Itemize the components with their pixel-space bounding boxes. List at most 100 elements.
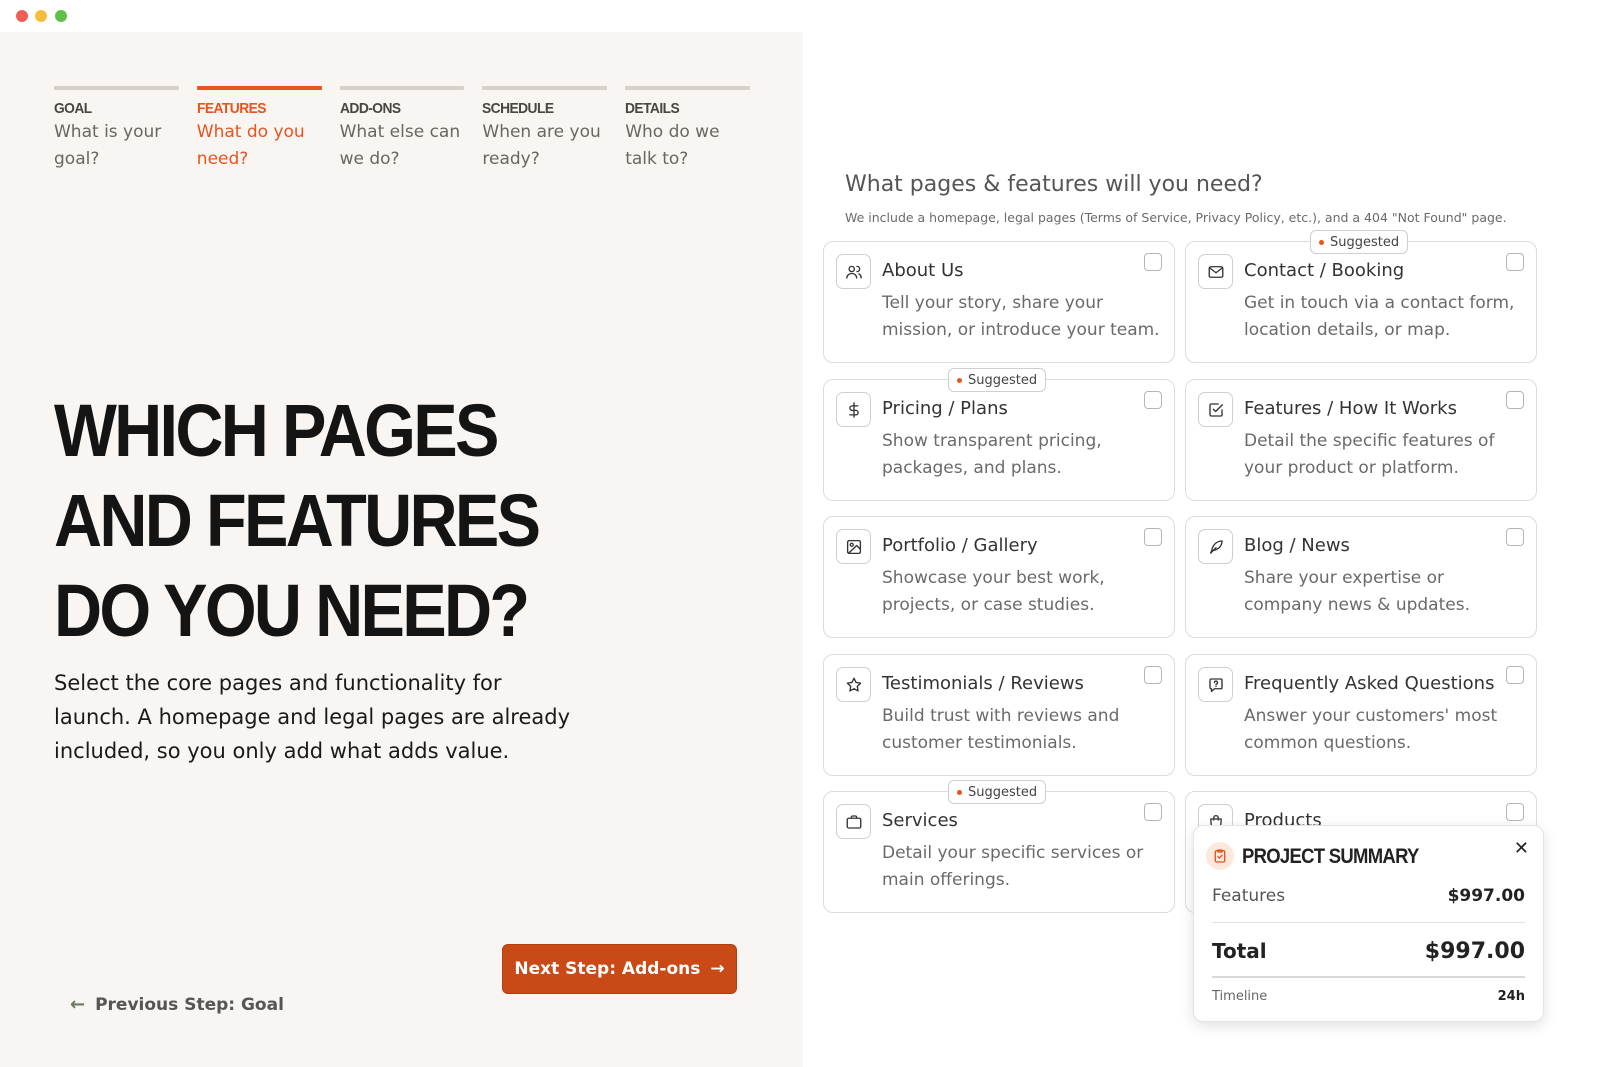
card-title: Testimonials / Reviews xyxy=(882,673,1084,694)
badge-label: Suggested xyxy=(1330,234,1400,250)
badge-label: Suggested xyxy=(968,784,1038,800)
card-checkbox[interactable] xyxy=(1506,391,1524,409)
suggested-badge: Suggested xyxy=(948,780,1047,804)
badge-label: Suggested xyxy=(968,372,1038,388)
step-goal[interactable]: GOAL What is your goal? xyxy=(54,86,179,173)
feature-card-blog-news[interactable]: Blog / News Share your expertise or comp… xyxy=(1185,516,1537,638)
step-name: DETAILS xyxy=(625,100,680,117)
feature-card-testimonials-reviews[interactable]: Testimonials / Reviews Build trust with … xyxy=(823,654,1175,776)
clipboard-check-icon xyxy=(1206,842,1234,870)
question-bubble-icon xyxy=(1198,667,1233,702)
step-schedule[interactable]: SCHEDULE When are you ready? xyxy=(482,86,608,173)
step-name: ADD-ONS xyxy=(339,100,401,117)
summary-features-label: Features xyxy=(1212,886,1286,906)
step-features[interactable]: FEATURES What do you need? xyxy=(196,86,322,173)
suggested-badge: Suggested xyxy=(948,368,1047,392)
suggested-badge: Suggested xyxy=(1310,230,1409,254)
step-progress-bar xyxy=(54,86,179,90)
badge-dot-icon xyxy=(1319,239,1324,245)
summary-timeline-value: 24h xyxy=(1497,989,1525,1004)
feature-card-services[interactable]: Suggested Services Detail your specific … xyxy=(823,780,1175,913)
card-description: Showcase your best work, projects, or ca… xyxy=(882,568,1105,615)
step-question: What is your goal? xyxy=(54,122,162,169)
card-description: Detail your specific services or main of… xyxy=(882,843,1144,890)
step-name: SCHEDULE xyxy=(482,100,554,117)
card-description: Get in touch via a contact form, locatio… xyxy=(1244,293,1515,340)
card-title: Pricing / Plans xyxy=(882,398,1008,419)
card-title: Portfolio / Gallery xyxy=(882,535,1038,556)
card-checkbox[interactable] xyxy=(1144,253,1162,271)
close-icon[interactable]: ✕ xyxy=(1514,838,1529,859)
step-question: What else can we do? xyxy=(339,122,461,169)
card-title: Frequently Asked Questions xyxy=(1244,673,1495,694)
card-checkbox[interactable] xyxy=(1144,528,1162,546)
arrow-right-icon: → xyxy=(710,959,725,979)
summary-timeline-label: Timeline xyxy=(1212,989,1268,1004)
step-question: What do you need? xyxy=(196,122,305,169)
card-description: Answer your customers' most common quest… xyxy=(1244,706,1498,753)
close-window-button[interactable] xyxy=(16,10,28,22)
summary-total-row: Total $997.00 xyxy=(1212,939,1525,964)
summary-total-label: Total xyxy=(1212,939,1267,963)
step-name: FEATURES xyxy=(196,100,266,117)
next-step-label: Next Step: Add-ons xyxy=(514,959,701,979)
divider xyxy=(1212,922,1525,923)
badge-dot-icon xyxy=(957,789,962,795)
minimize-window-button[interactable] xyxy=(35,10,47,22)
feature-card-contact-booking[interactable]: Suggested Contact / Booking Get in touch… xyxy=(1185,230,1537,363)
card-title: Contact / Booking xyxy=(1244,260,1405,281)
card-checkbox[interactable] xyxy=(1506,253,1524,271)
step-question: Who do we talk to? xyxy=(625,122,720,169)
card-checkbox[interactable] xyxy=(1144,803,1162,821)
previous-step-label: Previous Step: Goal xyxy=(95,994,284,1015)
feature-card-portfolio-gallery[interactable]: Portfolio / Gallery Showcase your best w… xyxy=(823,516,1175,638)
card-description: Detail the specific features of your pro… xyxy=(1244,431,1495,478)
step-question: When are you ready? xyxy=(482,122,601,169)
step-progress: GOAL What is your goal? FEATURES What do… xyxy=(54,86,750,173)
step-details[interactable]: DETAILS Who do we talk to? xyxy=(625,86,750,173)
feather-icon xyxy=(1198,529,1233,564)
step-progress-bar xyxy=(482,86,608,90)
maximize-window-button[interactable] xyxy=(55,10,67,22)
features-subtitle: We include a homepage, legal pages (Term… xyxy=(845,210,1507,225)
card-checkbox[interactable] xyxy=(1506,666,1524,684)
summary-timeline-row: Timeline 24h xyxy=(1212,989,1525,1004)
step-add-ons[interactable]: ADD-ONS What else can we do? xyxy=(339,86,465,173)
card-title: Features / How It Works xyxy=(1244,398,1457,419)
card-title: Blog / News xyxy=(1244,535,1350,556)
checkbox-icon xyxy=(1198,392,1233,427)
step-name: GOAL xyxy=(54,100,92,117)
dollar-icon xyxy=(836,392,871,427)
badge-dot-icon xyxy=(957,377,962,383)
step-progress-bar xyxy=(196,86,322,90)
card-checkbox[interactable] xyxy=(1506,803,1524,821)
summary-features-value: $997.00 xyxy=(1447,886,1525,906)
step-progress-bar xyxy=(625,86,750,90)
features-title: What pages & features will you need? xyxy=(845,172,1263,197)
feature-card-features-how-it-works[interactable]: Features / How It Works Detail the speci… xyxy=(1185,379,1537,501)
feature-card-pricing-plans[interactable]: Suggested Pricing / Plans Show transpare… xyxy=(823,368,1175,501)
card-description: Tell your story, share your mission, or … xyxy=(882,293,1160,340)
previous-step-button[interactable]: ← Previous Step: Goal xyxy=(70,994,284,1015)
summary-title: PROJECT SUMMARY xyxy=(1242,845,1419,868)
card-title: Services xyxy=(882,810,958,831)
card-checkbox[interactable] xyxy=(1506,528,1524,546)
mail-icon xyxy=(1198,254,1233,289)
feature-card-about-us[interactable]: About Us Tell your story, share your mis… xyxy=(823,241,1175,363)
divider xyxy=(1212,976,1525,978)
card-checkbox[interactable] xyxy=(1144,391,1162,409)
page-headline: WHICH PAGES AND FEATURES DO YOU NEED? xyxy=(54,389,541,652)
summary-features-row: Features $997.00 xyxy=(1212,886,1525,906)
summary-total-value: $997.00 xyxy=(1424,939,1525,964)
card-description: Share your expertise or company news & u… xyxy=(1244,568,1470,615)
star-icon xyxy=(836,667,871,702)
users-icon xyxy=(836,254,871,289)
card-description: Show transparent pricing, packages, and … xyxy=(882,431,1102,478)
window-titlebar xyxy=(0,0,1600,32)
card-checkbox[interactable] xyxy=(1144,666,1162,684)
feature-card-faq[interactable]: Frequently Asked Questions Answer your c… xyxy=(1185,654,1537,776)
image-icon xyxy=(836,529,871,564)
card-title: About Us xyxy=(882,260,964,281)
next-step-button[interactable]: Next Step: Add-ons → xyxy=(502,944,737,994)
arrow-left-icon: ← xyxy=(70,994,86,1015)
